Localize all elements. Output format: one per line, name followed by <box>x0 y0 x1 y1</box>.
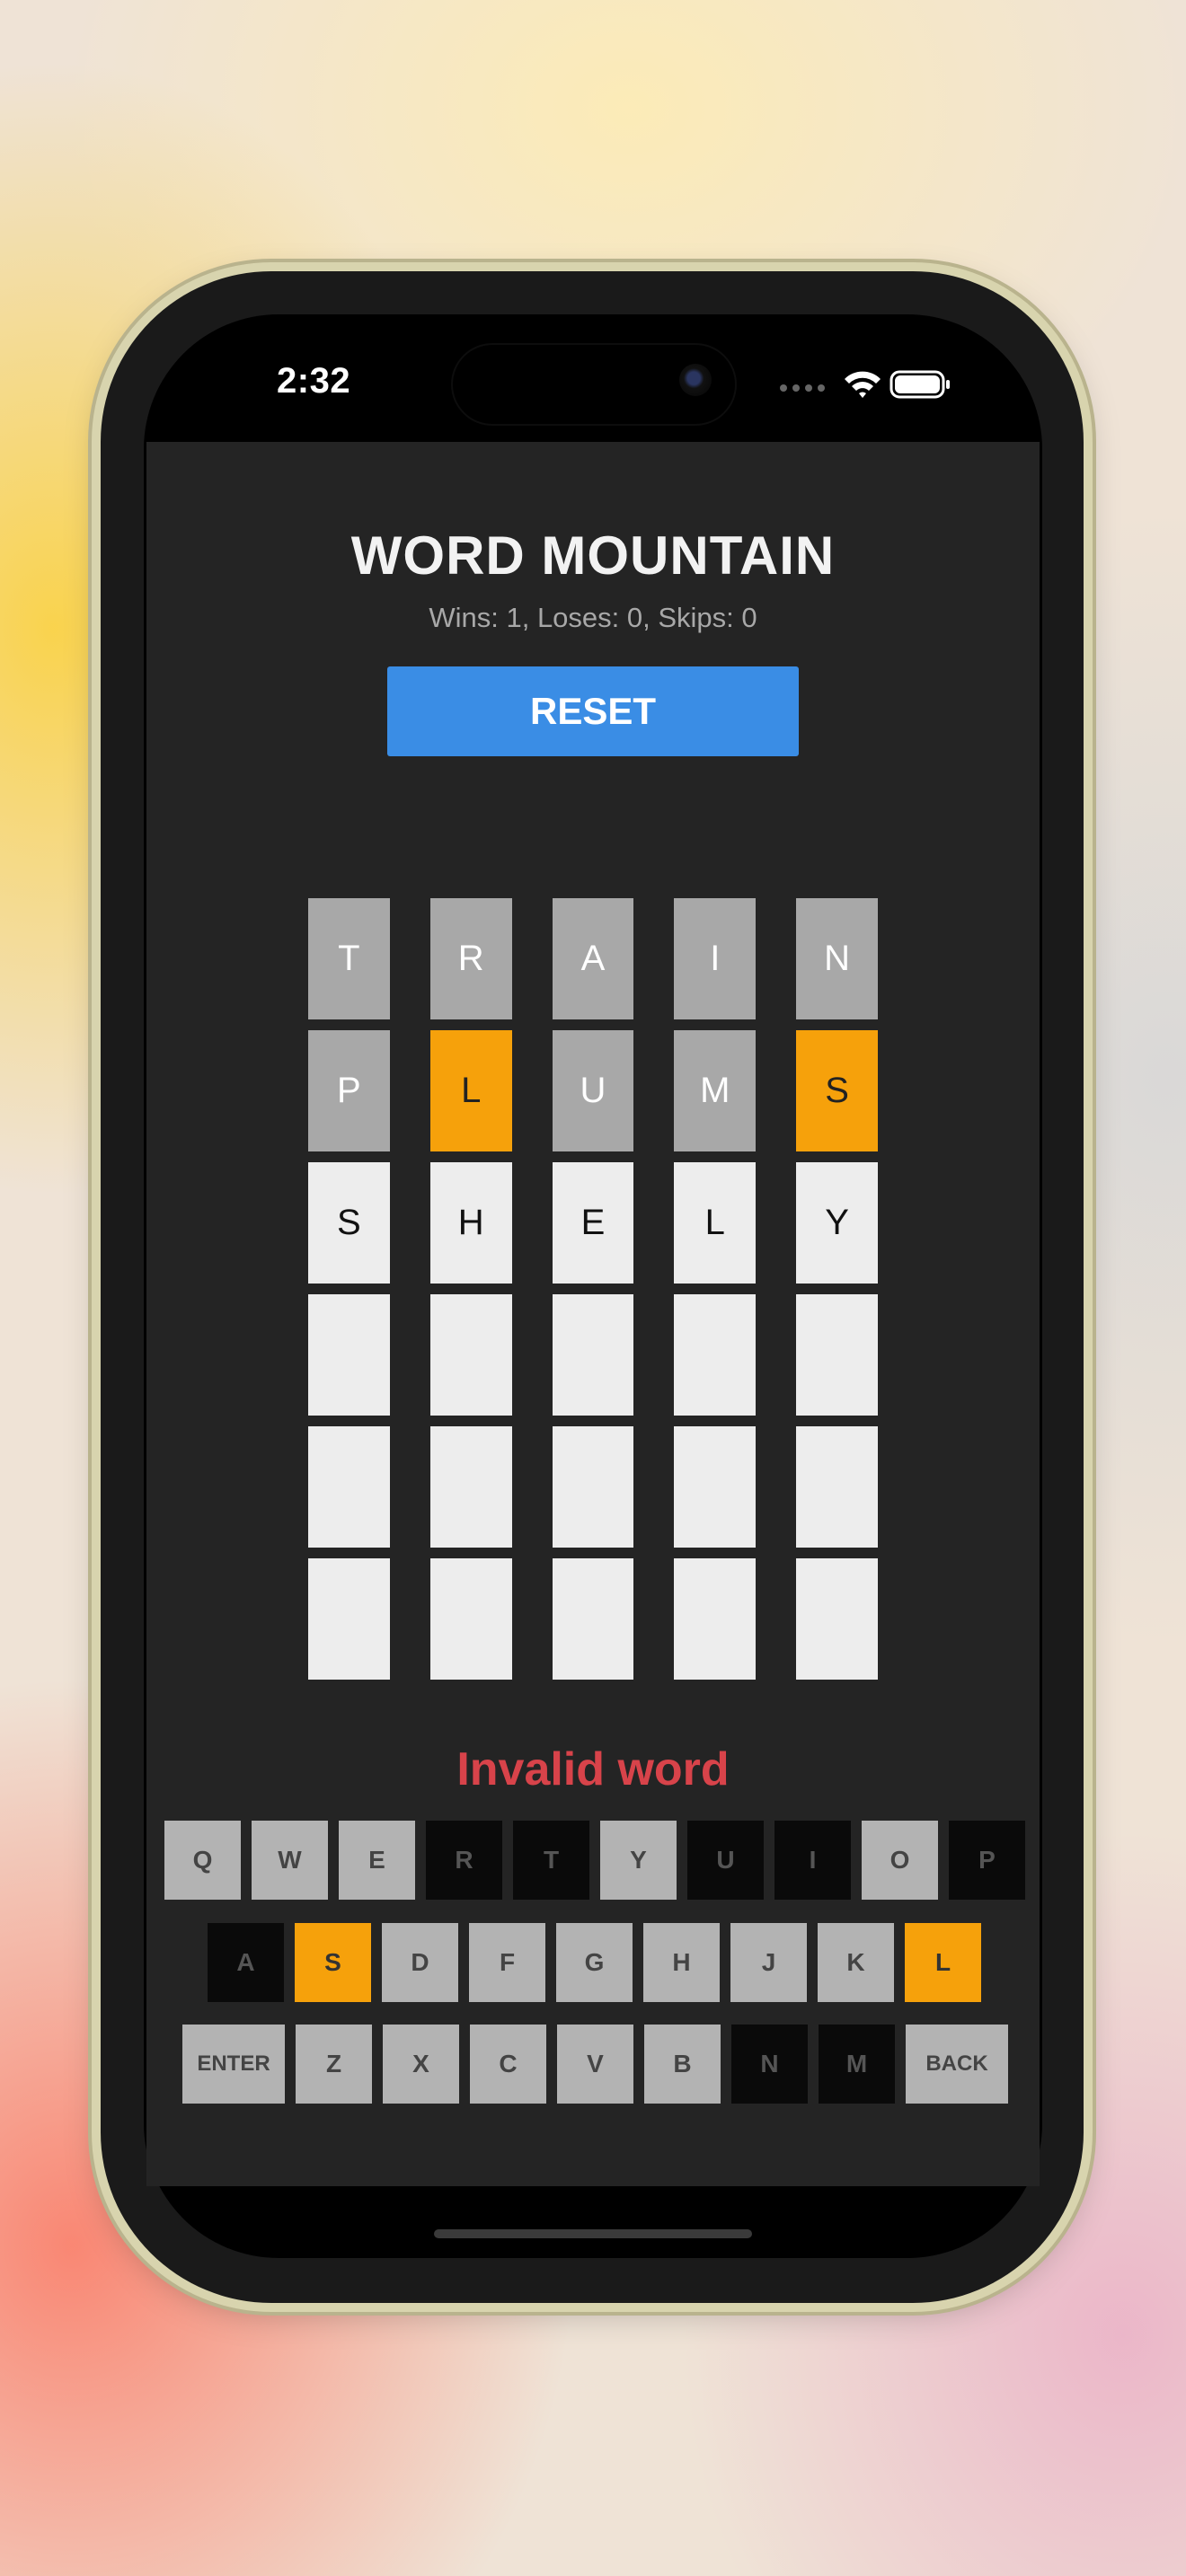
key-f[interactable]: F <box>469 1923 545 2002</box>
key-w[interactable]: W <box>252 1821 328 1900</box>
word-grid: TRAINPLUMSSHELY <box>308 898 878 1690</box>
key-q[interactable]: Q <box>164 1821 241 1900</box>
letter-tile: M <box>674 1030 757 1151</box>
letter-tile: S <box>796 1030 878 1151</box>
side-button <box>90 684 99 760</box>
letter-tile: I <box>674 898 757 1019</box>
letter-tile <box>552 1294 634 1416</box>
game-app: WORD MOUNTAIN Wins: 1, Loses: 0, Skips: … <box>146 442 1040 2186</box>
reset-button[interactable]: RESET <box>387 666 799 756</box>
key-g[interactable]: G <box>556 1923 633 2002</box>
error-message: Invalid word <box>456 1743 730 1795</box>
status-bar: 2:32 <box>144 314 1042 440</box>
key-u[interactable]: U <box>687 1821 764 1900</box>
letter-tile: L <box>674 1162 757 1284</box>
letter-tile <box>796 1558 878 1680</box>
key-back[interactable]: BACK <box>906 2025 1008 2104</box>
key-b[interactable]: B <box>644 2025 721 2104</box>
grid-row <box>308 1558 878 1680</box>
letter-tile: P <box>308 1030 390 1151</box>
letter-tile <box>796 1426 878 1548</box>
letter-tile <box>308 1558 390 1680</box>
key-r[interactable]: R <box>426 1821 502 1900</box>
letter-tile: U <box>552 1030 634 1151</box>
key-enter[interactable]: ENTER <box>182 2025 285 2104</box>
letter-tile <box>429 1426 512 1548</box>
key-y[interactable]: Y <box>600 1821 677 1900</box>
key-s[interactable]: S <box>295 1923 371 2002</box>
camera-icon <box>679 364 712 396</box>
letter-tile: H <box>429 1162 512 1284</box>
letter-tile <box>674 1558 757 1680</box>
volume-up-button <box>90 828 99 983</box>
status-icons <box>778 366 958 402</box>
keyboard-row: ASDFGHJKL <box>208 1923 981 2002</box>
signal-dots-icon <box>780 384 825 392</box>
grid-row: TRAIN <box>308 898 878 1019</box>
power-button <box>1085 882 1094 1125</box>
score-stats: Wins: 1, Loses: 0, Skips: 0 <box>429 602 757 633</box>
key-c[interactable]: C <box>470 2025 546 2104</box>
key-z[interactable]: Z <box>296 2025 372 2104</box>
home-indicator[interactable] <box>434 2229 752 2238</box>
letter-tile <box>308 1426 390 1548</box>
letter-tile: R <box>429 898 512 1019</box>
battery-icon <box>890 370 950 399</box>
letter-tile <box>429 1294 512 1416</box>
key-p[interactable]: P <box>949 1821 1025 1900</box>
letter-tile <box>674 1294 757 1416</box>
key-n[interactable]: N <box>731 2025 808 2104</box>
key-x[interactable]: X <box>383 2025 459 2104</box>
key-l[interactable]: L <box>905 1923 981 2002</box>
letter-tile: Y <box>796 1162 878 1284</box>
grid-row <box>308 1426 878 1548</box>
key-v[interactable]: V <box>557 2025 633 2104</box>
grid-row: SHELY <box>308 1162 878 1284</box>
key-j[interactable]: J <box>730 1923 807 2002</box>
letter-tile: S <box>308 1162 390 1284</box>
letter-tile: A <box>552 898 634 1019</box>
key-o[interactable]: O <box>862 1821 938 1900</box>
keyboard-row: QWERTYUIOP <box>164 1821 1025 1900</box>
letter-tile <box>552 1558 634 1680</box>
volume-down-button <box>90 1024 99 1178</box>
letter-tile <box>674 1426 757 1548</box>
grid-row <box>308 1294 878 1416</box>
key-t[interactable]: T <box>513 1821 589 1900</box>
key-m[interactable]: M <box>819 2025 895 2104</box>
letter-tile: T <box>308 898 390 1019</box>
wifi-icon <box>845 371 881 398</box>
keyboard-row: ENTER Z X C V B N M BACK <box>182 2025 1008 2104</box>
page-title: WORD MOUNTAIN <box>350 525 836 586</box>
letter-tile <box>308 1294 390 1416</box>
status-time: 2:32 <box>277 361 351 401</box>
letter-tile <box>429 1558 512 1680</box>
letter-tile: E <box>552 1162 634 1284</box>
letter-tile <box>796 1294 878 1416</box>
key-h[interactable]: H <box>643 1923 720 2002</box>
grid-row: PLUMS <box>308 1030 878 1151</box>
key-a[interactable]: A <box>208 1923 284 2002</box>
key-d[interactable]: D <box>382 1923 458 2002</box>
letter-tile: N <box>796 898 878 1019</box>
letter-tile: L <box>429 1030 512 1151</box>
key-i[interactable]: I <box>774 1821 851 1900</box>
key-k[interactable]: K <box>818 1923 894 2002</box>
letter-tile <box>552 1426 634 1548</box>
key-e[interactable]: E <box>339 1821 415 1900</box>
